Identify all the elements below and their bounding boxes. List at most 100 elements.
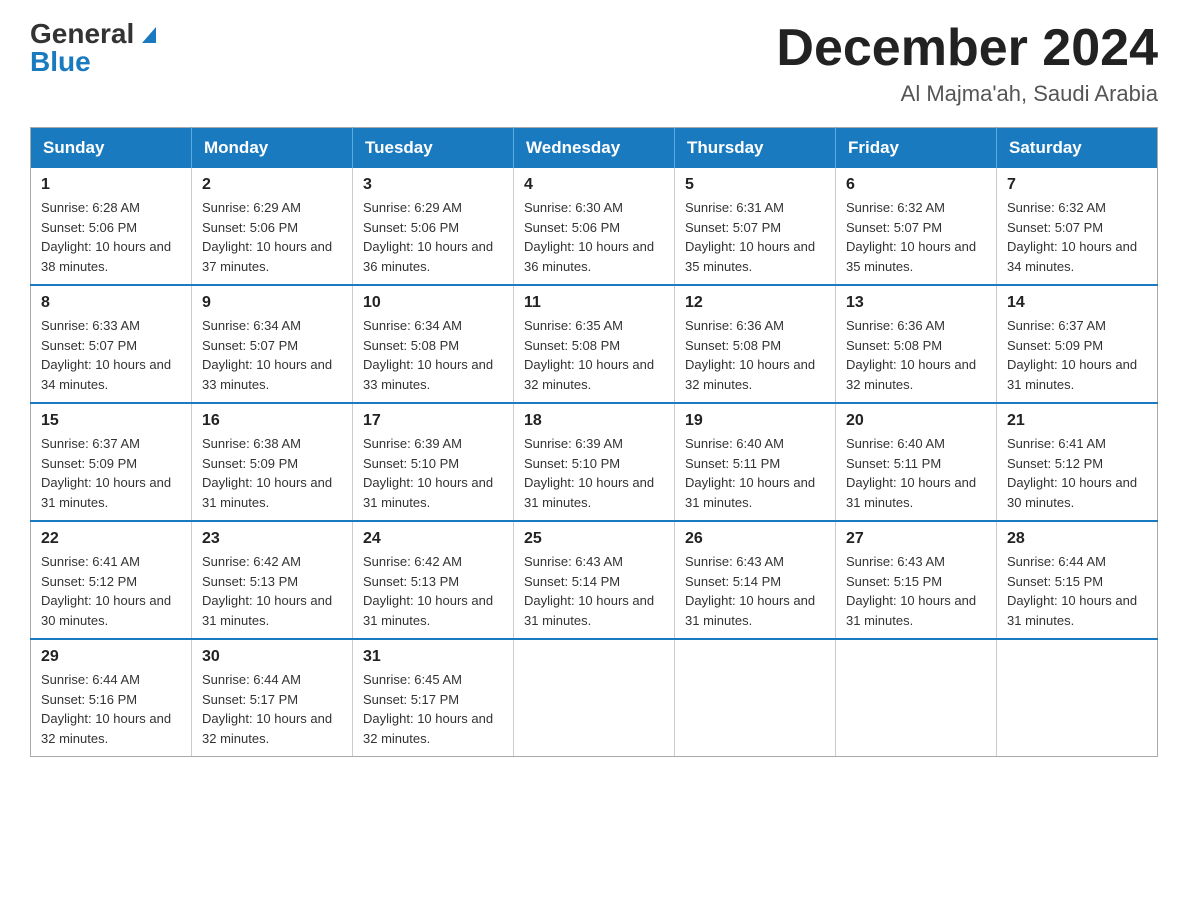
calendar-cell: 11 Sunrise: 6:35 AM Sunset: 5:08 PM Dayl… xyxy=(514,285,675,403)
day-info: Sunrise: 6:42 AM Sunset: 5:13 PM Dayligh… xyxy=(363,552,503,630)
day-number: 19 xyxy=(685,412,825,430)
column-header-sunday: Sunday xyxy=(31,128,192,169)
calendar-cell: 29 Sunrise: 6:44 AM Sunset: 5:16 PM Dayl… xyxy=(31,639,192,757)
day-info: Sunrise: 6:40 AM Sunset: 5:11 PM Dayligh… xyxy=(685,434,825,512)
column-header-tuesday: Tuesday xyxy=(353,128,514,169)
day-number: 11 xyxy=(524,294,664,312)
logo-blue-text: Blue xyxy=(30,48,91,76)
calendar-cell xyxy=(836,639,997,757)
calendar-cell: 28 Sunrise: 6:44 AM Sunset: 5:15 PM Dayl… xyxy=(997,521,1158,639)
calendar-cell: 13 Sunrise: 6:36 AM Sunset: 5:08 PM Dayl… xyxy=(836,285,997,403)
month-title: December 2024 xyxy=(776,20,1158,77)
calendar-cell xyxy=(997,639,1158,757)
calendar-header-row: SundayMondayTuesdayWednesdayThursdayFrid… xyxy=(31,128,1158,169)
day-number: 1 xyxy=(41,176,181,194)
day-number: 10 xyxy=(363,294,503,312)
day-info: Sunrise: 6:43 AM Sunset: 5:14 PM Dayligh… xyxy=(524,552,664,630)
day-info: Sunrise: 6:36 AM Sunset: 5:08 PM Dayligh… xyxy=(846,316,986,394)
calendar-cell: 6 Sunrise: 6:32 AM Sunset: 5:07 PM Dayli… xyxy=(836,168,997,285)
day-number: 24 xyxy=(363,530,503,548)
day-info: Sunrise: 6:29 AM Sunset: 5:06 PM Dayligh… xyxy=(202,198,342,276)
calendar-week-row: 1 Sunrise: 6:28 AM Sunset: 5:06 PM Dayli… xyxy=(31,168,1158,285)
calendar-cell xyxy=(675,639,836,757)
day-number: 25 xyxy=(524,530,664,548)
calendar-cell: 21 Sunrise: 6:41 AM Sunset: 5:12 PM Dayl… xyxy=(997,403,1158,521)
day-info: Sunrise: 6:43 AM Sunset: 5:14 PM Dayligh… xyxy=(685,552,825,630)
day-number: 9 xyxy=(202,294,342,312)
location-subtitle: Al Majma'ah, Saudi Arabia xyxy=(776,81,1158,107)
calendar-cell: 12 Sunrise: 6:36 AM Sunset: 5:08 PM Dayl… xyxy=(675,285,836,403)
calendar-cell: 26 Sunrise: 6:43 AM Sunset: 5:14 PM Dayl… xyxy=(675,521,836,639)
logo-general-text: General xyxy=(30,20,134,48)
day-info: Sunrise: 6:41 AM Sunset: 5:12 PM Dayligh… xyxy=(41,552,181,630)
day-info: Sunrise: 6:40 AM Sunset: 5:11 PM Dayligh… xyxy=(846,434,986,512)
day-info: Sunrise: 6:32 AM Sunset: 5:07 PM Dayligh… xyxy=(1007,198,1147,276)
day-number: 31 xyxy=(363,648,503,666)
day-number: 12 xyxy=(685,294,825,312)
calendar-cell: 22 Sunrise: 6:41 AM Sunset: 5:12 PM Dayl… xyxy=(31,521,192,639)
day-info: Sunrise: 6:29 AM Sunset: 5:06 PM Dayligh… xyxy=(363,198,503,276)
page-header: General Blue December 2024 Al Majma'ah, … xyxy=(30,20,1158,107)
day-number: 14 xyxy=(1007,294,1147,312)
day-info: Sunrise: 6:43 AM Sunset: 5:15 PM Dayligh… xyxy=(846,552,986,630)
calendar-cell: 18 Sunrise: 6:39 AM Sunset: 5:10 PM Dayl… xyxy=(514,403,675,521)
calendar-cell: 19 Sunrise: 6:40 AM Sunset: 5:11 PM Dayl… xyxy=(675,403,836,521)
day-number: 15 xyxy=(41,412,181,430)
day-number: 18 xyxy=(524,412,664,430)
calendar-week-row: 8 Sunrise: 6:33 AM Sunset: 5:07 PM Dayli… xyxy=(31,285,1158,403)
day-number: 8 xyxy=(41,294,181,312)
day-number: 17 xyxy=(363,412,503,430)
day-number: 4 xyxy=(524,176,664,194)
calendar-cell: 17 Sunrise: 6:39 AM Sunset: 5:10 PM Dayl… xyxy=(353,403,514,521)
day-number: 26 xyxy=(685,530,825,548)
day-number: 22 xyxy=(41,530,181,548)
logo-triangle-icon xyxy=(138,23,160,45)
calendar-cell: 14 Sunrise: 6:37 AM Sunset: 5:09 PM Dayl… xyxy=(997,285,1158,403)
day-info: Sunrise: 6:35 AM Sunset: 5:08 PM Dayligh… xyxy=(524,316,664,394)
column-header-wednesday: Wednesday xyxy=(514,128,675,169)
calendar-cell: 16 Sunrise: 6:38 AM Sunset: 5:09 PM Dayl… xyxy=(192,403,353,521)
day-number: 20 xyxy=(846,412,986,430)
day-number: 28 xyxy=(1007,530,1147,548)
logo: General Blue xyxy=(30,20,160,76)
day-info: Sunrise: 6:32 AM Sunset: 5:07 PM Dayligh… xyxy=(846,198,986,276)
calendar-cell: 27 Sunrise: 6:43 AM Sunset: 5:15 PM Dayl… xyxy=(836,521,997,639)
day-number: 7 xyxy=(1007,176,1147,194)
calendar-week-row: 15 Sunrise: 6:37 AM Sunset: 5:09 PM Dayl… xyxy=(31,403,1158,521)
day-number: 29 xyxy=(41,648,181,666)
day-info: Sunrise: 6:33 AM Sunset: 5:07 PM Dayligh… xyxy=(41,316,181,394)
calendar-cell: 5 Sunrise: 6:31 AM Sunset: 5:07 PM Dayli… xyxy=(675,168,836,285)
day-info: Sunrise: 6:45 AM Sunset: 5:17 PM Dayligh… xyxy=(363,670,503,748)
calendar-cell: 1 Sunrise: 6:28 AM Sunset: 5:06 PM Dayli… xyxy=(31,168,192,285)
column-header-monday: Monday xyxy=(192,128,353,169)
day-info: Sunrise: 6:34 AM Sunset: 5:07 PM Dayligh… xyxy=(202,316,342,394)
day-number: 21 xyxy=(1007,412,1147,430)
calendar-cell: 9 Sunrise: 6:34 AM Sunset: 5:07 PM Dayli… xyxy=(192,285,353,403)
day-info: Sunrise: 6:44 AM Sunset: 5:17 PM Dayligh… xyxy=(202,670,342,748)
day-info: Sunrise: 6:44 AM Sunset: 5:15 PM Dayligh… xyxy=(1007,552,1147,630)
calendar-cell: 10 Sunrise: 6:34 AM Sunset: 5:08 PM Dayl… xyxy=(353,285,514,403)
calendar-cell: 3 Sunrise: 6:29 AM Sunset: 5:06 PM Dayli… xyxy=(353,168,514,285)
column-header-friday: Friday xyxy=(836,128,997,169)
calendar-cell: 25 Sunrise: 6:43 AM Sunset: 5:14 PM Dayl… xyxy=(514,521,675,639)
day-info: Sunrise: 6:30 AM Sunset: 5:06 PM Dayligh… xyxy=(524,198,664,276)
day-number: 30 xyxy=(202,648,342,666)
day-info: Sunrise: 6:44 AM Sunset: 5:16 PM Dayligh… xyxy=(41,670,181,748)
day-info: Sunrise: 6:37 AM Sunset: 5:09 PM Dayligh… xyxy=(41,434,181,512)
calendar-cell: 23 Sunrise: 6:42 AM Sunset: 5:13 PM Dayl… xyxy=(192,521,353,639)
calendar-cell: 15 Sunrise: 6:37 AM Sunset: 5:09 PM Dayl… xyxy=(31,403,192,521)
calendar-cell: 20 Sunrise: 6:40 AM Sunset: 5:11 PM Dayl… xyxy=(836,403,997,521)
day-info: Sunrise: 6:28 AM Sunset: 5:06 PM Dayligh… xyxy=(41,198,181,276)
calendar-week-row: 29 Sunrise: 6:44 AM Sunset: 5:16 PM Dayl… xyxy=(31,639,1158,757)
day-number: 5 xyxy=(685,176,825,194)
day-number: 27 xyxy=(846,530,986,548)
calendar-cell: 2 Sunrise: 6:29 AM Sunset: 5:06 PM Dayli… xyxy=(192,168,353,285)
calendar-cell xyxy=(514,639,675,757)
day-info: Sunrise: 6:31 AM Sunset: 5:07 PM Dayligh… xyxy=(685,198,825,276)
calendar-cell: 4 Sunrise: 6:30 AM Sunset: 5:06 PM Dayli… xyxy=(514,168,675,285)
day-info: Sunrise: 6:39 AM Sunset: 5:10 PM Dayligh… xyxy=(363,434,503,512)
title-section: December 2024 Al Majma'ah, Saudi Arabia xyxy=(776,20,1158,107)
day-info: Sunrise: 6:34 AM Sunset: 5:08 PM Dayligh… xyxy=(363,316,503,394)
calendar-cell: 31 Sunrise: 6:45 AM Sunset: 5:17 PM Dayl… xyxy=(353,639,514,757)
day-number: 2 xyxy=(202,176,342,194)
